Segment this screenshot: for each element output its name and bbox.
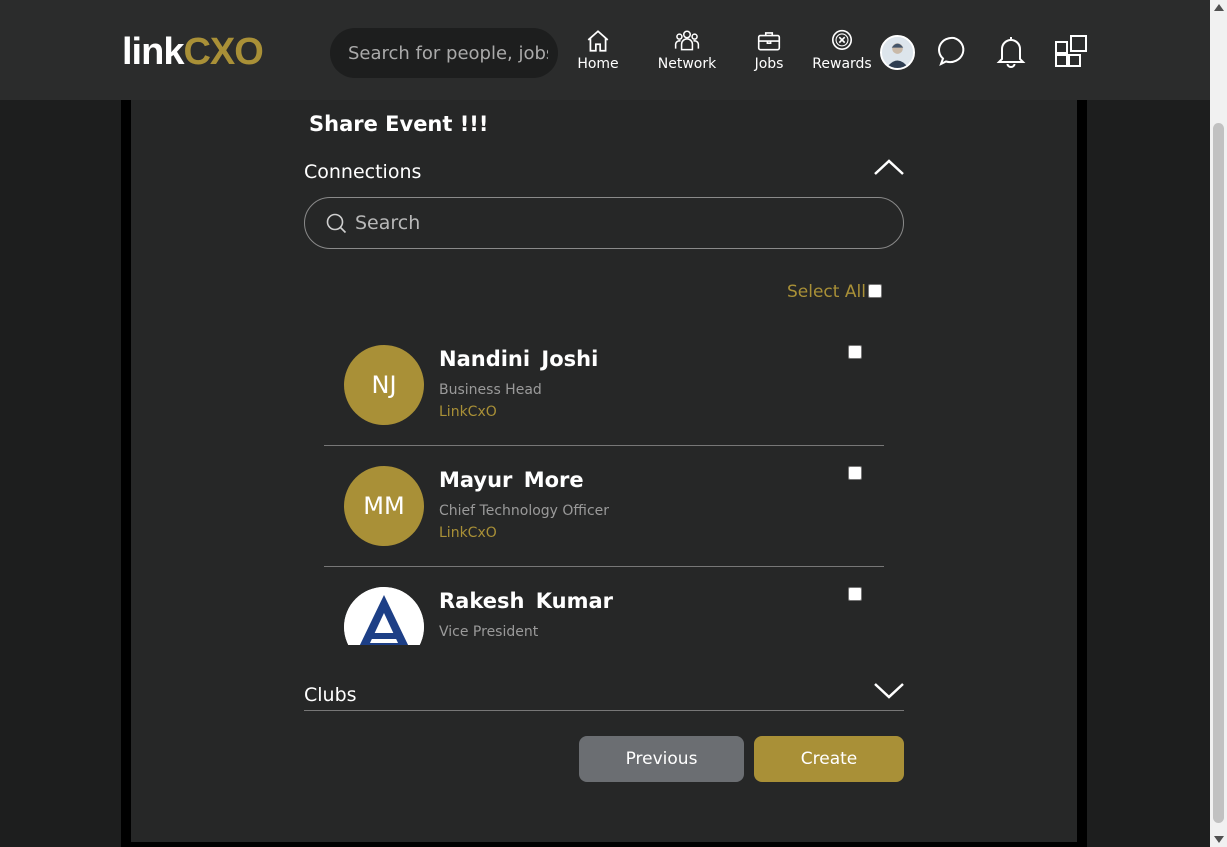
nav-home-label: Home xyxy=(577,56,619,72)
connection-name: Nandini Joshi xyxy=(439,347,599,371)
network-icon xyxy=(674,30,700,51)
chevron-down-icon[interactable] xyxy=(873,680,905,700)
page-scrollbar[interactable] xyxy=(1210,0,1227,847)
connection-title: Chief Technology Officer xyxy=(439,503,610,519)
chevron-up-icon[interactable] xyxy=(873,158,905,178)
chat-bubble-icon xyxy=(938,36,965,67)
clubs-divider xyxy=(304,710,904,711)
previous-button[interactable]: Previous xyxy=(579,736,744,782)
scroll-up-arrow-icon[interactable] xyxy=(1214,4,1224,11)
connection-checkbox[interactable] xyxy=(848,466,862,480)
connection-checkbox[interactable] xyxy=(848,345,862,359)
messages-button[interactable] xyxy=(937,34,971,68)
user-photo-icon xyxy=(882,37,913,68)
clubs-label: Clubs xyxy=(304,684,357,706)
list-item[interactable]: Rakesh Kumar Vice President xyxy=(324,567,884,645)
nav-home[interactable]: Home xyxy=(574,28,622,72)
modal-title: Share Event !!! xyxy=(309,112,489,136)
global-search-input[interactable] xyxy=(348,42,548,64)
connection-avatar xyxy=(344,587,424,645)
connection-title: Vice President xyxy=(439,624,539,640)
nav-jobs-label: Jobs xyxy=(754,56,784,72)
scrollbar-thumb[interactable] xyxy=(1213,123,1224,823)
select-all-checkbox[interactable] xyxy=(868,284,882,298)
profile-avatar[interactable] xyxy=(880,35,915,70)
global-search[interactable] xyxy=(330,28,558,78)
company-logo-icon xyxy=(344,587,424,645)
create-button[interactable]: Create xyxy=(754,736,904,782)
connections-search[interactable] xyxy=(304,197,904,249)
select-all-label[interactable]: Select All xyxy=(787,282,866,302)
notifications-button[interactable] xyxy=(994,34,1028,68)
nav-network[interactable]: Network xyxy=(656,28,718,72)
connection-title: Business Head xyxy=(439,382,542,398)
scroll-down-arrow-icon[interactable] xyxy=(1214,836,1224,843)
connection-name: Mayur More xyxy=(439,468,584,492)
connection-company: LinkCxO xyxy=(439,404,497,420)
connections-search-input[interactable] xyxy=(355,212,855,234)
nav-rewards[interactable]: Rewards xyxy=(812,28,872,72)
connections-list[interactable]: NJ Nandini Joshi Business Head LinkCxO M… xyxy=(324,325,884,645)
apps-menu-button[interactable] xyxy=(1054,34,1088,68)
connection-avatar: MM xyxy=(344,466,424,546)
briefcase-icon xyxy=(757,32,781,51)
connection-name: Rakesh Kumar xyxy=(439,589,614,613)
logo-text-link: link xyxy=(122,30,184,73)
linkcxo-logo[interactable]: link CXO xyxy=(122,30,264,73)
home-icon xyxy=(587,30,609,52)
bell-icon xyxy=(996,37,1026,68)
rewards-icon xyxy=(831,29,853,50)
nav-network-label: Network xyxy=(657,56,717,72)
connection-company: LinkCxO xyxy=(439,525,497,541)
list-item[interactable]: NJ Nandini Joshi Business Head LinkCxO xyxy=(324,325,884,446)
connection-checkbox[interactable] xyxy=(848,587,862,601)
logo-text-cxo: CXO xyxy=(183,30,263,73)
grid-apps-icon xyxy=(1055,35,1087,67)
nav-rewards-label: Rewards xyxy=(812,56,872,72)
list-item[interactable]: MM Mayur More Chief Technology Officer L… xyxy=(324,446,884,567)
connections-label: Connections xyxy=(304,161,422,183)
top-navbar: link CXO Home Network Jobs Rewards xyxy=(0,0,1210,100)
search-icon xyxy=(326,213,347,234)
nav-jobs[interactable]: Jobs xyxy=(746,28,792,72)
connection-avatar: NJ xyxy=(344,345,424,425)
